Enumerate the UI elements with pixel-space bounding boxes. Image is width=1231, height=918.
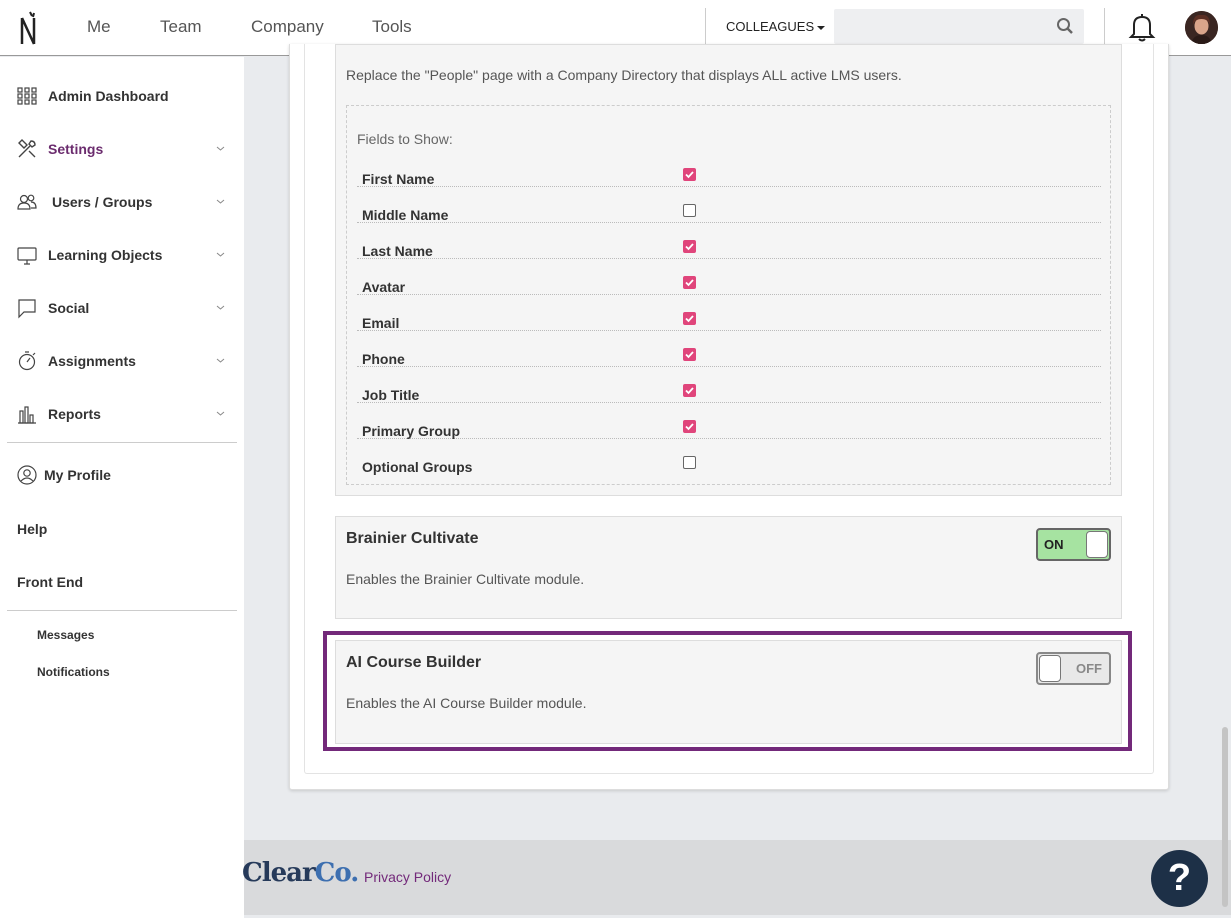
divider — [705, 8, 706, 46]
sidebar-item-reports[interactable]: Reports — [16, 399, 231, 429]
sidebar-item-assignments[interactable]: Assignments — [16, 346, 231, 376]
search-icon[interactable] — [1056, 17, 1074, 35]
field-row-first-name: First Name — [357, 151, 1101, 187]
sidebar-item-label: Users / Groups — [52, 194, 153, 210]
privacy-policy-link[interactable]: Privacy Policy — [364, 869, 451, 885]
fields-title: Fields to Show: — [357, 131, 453, 147]
grid-icon — [17, 87, 37, 105]
primary-group-checkbox[interactable] — [683, 420, 696, 433]
job-title-checkbox[interactable] — [683, 384, 696, 397]
avatar-checkbox[interactable] — [683, 276, 696, 289]
sidebar-item-messages[interactable]: Messages — [37, 628, 94, 642]
field-label: First Name — [362, 171, 435, 187]
timer-icon — [18, 351, 36, 371]
chat-icon — [18, 299, 36, 319]
nav-company[interactable]: Company — [251, 17, 324, 37]
middle-name-checkbox[interactable] — [683, 204, 696, 217]
help-button[interactable]: ? — [1151, 850, 1208, 907]
divider — [1104, 8, 1105, 46]
search-input[interactable] — [834, 9, 1084, 44]
field-label: Optional Groups — [362, 459, 473, 475]
phone-checkbox[interactable] — [683, 348, 696, 361]
divider — [7, 442, 237, 443]
sidebar-item-label: Admin Dashboard — [48, 88, 169, 104]
footer: ClearCo. Privacy Policy — [242, 840, 1231, 915]
user-circle-icon — [17, 465, 37, 485]
clearco-logo: ClearCo. — [242, 858, 360, 888]
field-label: Job Title — [362, 387, 420, 403]
fields-to-show-box: Fields to Show: First Name Middle Name L… — [346, 105, 1111, 485]
sidebar-item-users-groups[interactable]: Users / Groups — [16, 187, 231, 217]
sidebar-item-label: My Profile — [44, 467, 111, 483]
email-checkbox[interactable] — [683, 312, 696, 325]
field-label: Email — [362, 315, 400, 331]
divider — [7, 610, 237, 611]
field-row-middle-name: Middle Name — [357, 187, 1101, 223]
chevron-down-icon — [216, 358, 225, 363]
chevron-down-icon — [216, 199, 225, 204]
tools-icon — [18, 139, 36, 158]
brainier-cultivate-description: Enables the Brainier Cultivate module. — [346, 571, 585, 587]
sidebar-item-admin-dashboard[interactable]: Admin Dashboard — [16, 81, 231, 111]
company-directory-description: Replace the "People" page with a Company… — [346, 67, 902, 83]
field-label: Middle Name — [362, 207, 449, 223]
sidebar-item-label: Social — [48, 300, 90, 316]
caret-down-icon — [817, 25, 826, 30]
avatar[interactable] — [1185, 11, 1218, 44]
ai-course-builder-highlight — [323, 631, 1132, 751]
last-name-checkbox[interactable] — [683, 240, 696, 253]
sidebar-item-label: Settings — [48, 141, 104, 157]
toggle-knob — [1086, 531, 1108, 558]
chevron-down-icon — [216, 305, 225, 310]
field-row-avatar: Avatar — [357, 259, 1101, 295]
sidebar-item-notifications[interactable]: Notifications — [37, 665, 110, 679]
colleagues-dropdown[interactable]: COLLEAGUES — [726, 19, 826, 34]
field-label: Avatar — [362, 279, 406, 295]
users-icon — [17, 194, 37, 210]
field-row-last-name: Last Name — [357, 223, 1101, 259]
sidebar-item-label: Learning Objects — [48, 247, 163, 263]
field-row-primary-group: Primary Group — [357, 403, 1101, 439]
first-name-checkbox[interactable] — [683, 168, 696, 181]
bell-icon[interactable] — [1128, 12, 1156, 42]
scrollbar-thumb[interactable] — [1222, 727, 1228, 907]
field-label: Last Name — [362, 243, 433, 259]
sidebar-item-label: Reports — [48, 406, 101, 422]
nav-team[interactable]: Team — [160, 17, 202, 37]
sidebar: Admin Dashboard Settings Users / Groups … — [0, 57, 244, 918]
sidebar-item-settings[interactable]: Settings — [16, 134, 231, 164]
field-row-job-title: Job Title — [357, 367, 1101, 403]
field-label: Primary Group — [362, 423, 461, 439]
sidebar-item-social[interactable]: Social — [16, 293, 231, 323]
optional-groups-checkbox[interactable] — [683, 456, 696, 469]
toggle-state: ON — [1044, 537, 1064, 552]
sidebar-item-front-end[interactable]: Front End — [17, 574, 83, 590]
brand-co: Co. — [314, 858, 360, 888]
sidebar-item-help[interactable]: Help — [17, 521, 47, 537]
brainier-cultivate-toggle[interactable]: ON — [1036, 528, 1111, 561]
chevron-down-icon — [216, 146, 225, 151]
nav-tools[interactable]: Tools — [372, 17, 412, 37]
field-row-optional-groups: Optional Groups — [357, 439, 1101, 475]
brainier-cultivate-panel: Brainier Cultivate Enables the Brainier … — [335, 516, 1122, 619]
field-row-email: Email — [357, 295, 1101, 331]
brainier-cultivate-title: Brainier Cultivate — [346, 530, 479, 547]
monitor-icon — [17, 247, 37, 265]
chevron-down-icon — [216, 411, 225, 416]
sidebar-item-label: Assignments — [48, 353, 136, 369]
brand-main: Clear — [242, 858, 316, 888]
colleagues-label: COLLEAGUES — [726, 19, 815, 34]
nav-me[interactable]: Me — [87, 17, 111, 37]
field-label: Phone — [362, 351, 405, 367]
chevron-down-icon — [216, 252, 225, 257]
bar-chart-icon — [18, 406, 36, 424]
sidebar-item-my-profile[interactable]: My Profile — [16, 460, 231, 490]
brainier-logo[interactable] — [18, 10, 42, 46]
field-row-phone: Phone — [357, 331, 1101, 367]
sidebar-item-learning-objects[interactable]: Learning Objects — [16, 240, 231, 270]
